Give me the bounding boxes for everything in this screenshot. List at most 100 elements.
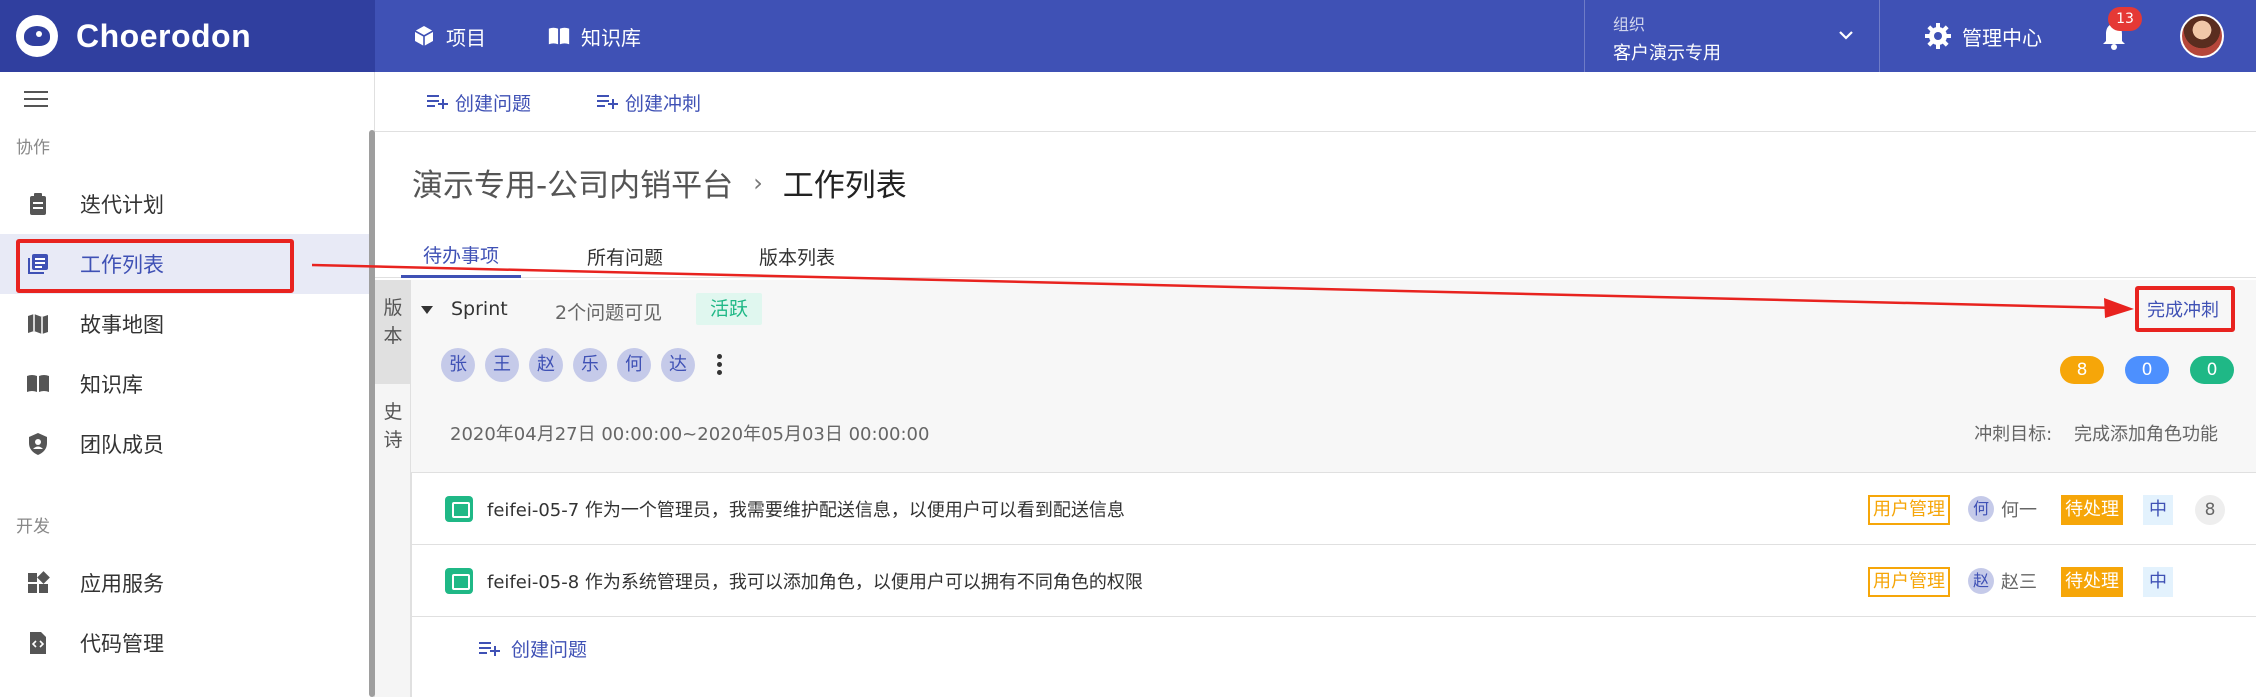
create-issue-label: 创建问题 (455, 92, 532, 115)
map-icon (28, 314, 48, 334)
admin-center-label: 管理中心 (1962, 25, 2042, 50)
sidebar-item-iteration-plan[interactable]: 迭代计划 (0, 174, 369, 234)
avatar: 赵 (1968, 568, 1994, 594)
apps-icon (28, 571, 50, 593)
story-points-badge: 8 (2195, 495, 2225, 525)
code-file-icon (30, 632, 46, 654)
tab-version-list[interactable]: 版本列表 (737, 234, 857, 278)
sprint-members: 张 王 赵 乐 何 达 (441, 348, 729, 382)
top-header: Choerodon 项目 知识库 组织 客户演示专用 管理中心 13 (0, 0, 2256, 72)
logo[interactable]: Choerodon (0, 0, 375, 72)
vtab-version[interactable]: 版本 (375, 280, 411, 384)
action-toolbar: 创建问题 创建冲刺 (375, 72, 2256, 132)
tab-backlog[interactable]: 待办事项 (401, 234, 521, 278)
sprint-panel: Sprint 2个问题可见 活跃 完成冲刺 张 王 赵 乐 何 达 8 0 0 … (411, 280, 2256, 472)
issue-summary: feifei-05-7 作为一个管理员，我需要维护配送信息，以便用户可以看到配送… (487, 500, 1125, 521)
sidebar-item-label: 知识库 (80, 373, 143, 397)
create-issue-row: 创建问题 (411, 616, 2256, 678)
chevron-down-icon (1839, 31, 1853, 40)
gear-icon (1925, 23, 1951, 49)
sidebar-item-label: 团队成员 (80, 433, 164, 457)
count-done-badge: 0 (2190, 356, 2234, 384)
avatar[interactable]: 王 (485, 348, 519, 382)
sprint-issue-count: 2个问题可见 (555, 302, 663, 324)
nav-project[interactable]: 项目 (412, 0, 486, 72)
issue-list: feifei-05-7 作为一个管理员，我需要维护配送信息，以便用户可以看到配送… (411, 472, 2256, 661)
choerodon-logo-icon (16, 15, 58, 57)
avatar[interactable]: 乐 (573, 348, 607, 382)
vtab-epic-label: 史诗 (383, 401, 403, 451)
notification-badge: 13 (2108, 7, 2142, 31)
story-icon (445, 496, 473, 522)
priority-badge: 中 (2143, 567, 2173, 597)
sidebar-item-knowledge[interactable]: 知识库 (0, 354, 369, 414)
user-avatar[interactable] (2180, 14, 2224, 58)
page-title: 工作列表 (782, 168, 907, 204)
issue-summary: feifei-05-8 作为系统管理员，我可以添加角色，以便用户可以拥有不同角色… (487, 572, 1143, 593)
vtab-version-label: 版本 (383, 297, 403, 347)
avatar[interactable]: 达 (661, 348, 695, 382)
annotation-highlight-box (2135, 286, 2235, 332)
more-vert-icon[interactable] (709, 348, 729, 382)
section-dev-label: 开发 (16, 517, 50, 537)
status-badge: 待处理 (2061, 567, 2123, 597)
sidebar-item-code-management[interactable]: 代码管理 (0, 613, 369, 673)
tab-bar: 待办事项 所有问题 版本列表 (375, 234, 2256, 278)
logo-text: Choerodon (76, 17, 252, 54)
playlist-add-icon (479, 641, 500, 656)
create-sprint-button[interactable]: 创建冲刺 (597, 72, 701, 132)
sprint-status-badge: 活跃 (696, 293, 763, 325)
menu-toggle-icon[interactable] (24, 91, 48, 109)
sidebar-item-story-map[interactable]: 故事地图 (0, 294, 369, 354)
nav-knowledge[interactable]: 知识库 (547, 0, 641, 72)
vtab-epic[interactable]: 史诗 (375, 384, 411, 488)
sprint-counts: 8 0 0 (2039, 356, 2234, 384)
priority-badge: 中 (2143, 495, 2173, 525)
avatar[interactable]: 何 (617, 348, 651, 382)
epic-tag: 用户管理 (1868, 495, 1950, 525)
sprint-goal[interactable]: 冲刺目标: 完成添加角色功能 (1974, 420, 2218, 446)
create-sprint-label: 创建冲刺 (625, 92, 702, 115)
story-icon (445, 568, 473, 594)
playlist-add-icon (427, 95, 448, 109)
create-issue-button[interactable]: 创建问题 (427, 72, 531, 132)
status-badge: 待处理 (2061, 495, 2123, 525)
clipboard-icon (30, 193, 46, 215)
sprint-goal-value: 完成添加角色功能 (2074, 424, 2218, 445)
shield-icon (29, 433, 47, 455)
nav-project-label: 项目 (446, 25, 486, 50)
tab-all-issues[interactable]: 所有问题 (565, 234, 685, 278)
book-icon (547, 24, 571, 48)
breadcrumb-project[interactable]: 演示专用-公司内销平台 (412, 160, 733, 205)
cube-icon (412, 24, 436, 48)
sprint-goal-label: 冲刺目标: (1974, 424, 2053, 445)
playlist-add-icon (597, 95, 618, 109)
section-collab-label: 协作 (16, 138, 50, 158)
admin-center-button[interactable]: 管理中心 (1924, 0, 2042, 72)
count-todo-badge: 8 (2060, 356, 2104, 384)
sidebar-item-app-service[interactable]: 应用服务 (0, 553, 369, 613)
table-row[interactable]: feifei-05-8 作为系统管理员，我可以添加角色，以便用户可以拥有不同角色… (411, 544, 2256, 616)
sidebar-item-label: 迭代计划 (80, 193, 164, 217)
nav-knowledge-label: 知识库 (581, 25, 641, 50)
book-icon (27, 375, 49, 392)
avatar[interactable]: 张 (441, 348, 475, 382)
side-panel-tabs: 版本 史诗 (375, 280, 411, 697)
collapse-caret-icon[interactable] (421, 306, 433, 314)
assignee-name: 何一 (2001, 500, 2037, 521)
avatar: 何 (1968, 496, 1994, 522)
epic-tag: 用户管理 (1868, 567, 1950, 597)
count-doing-badge: 0 (2125, 356, 2169, 384)
sidebar-item-team-members[interactable]: 团队成员 (0, 414, 369, 474)
assignee-name: 赵三 (2001, 572, 2037, 593)
divider (411, 472, 412, 697)
annotation-highlight-box (16, 239, 294, 293)
sidebar-item-label: 故事地图 (80, 313, 164, 337)
org-label: 组织 (1613, 15, 1646, 34)
avatar[interactable]: 赵 (529, 348, 563, 382)
sprint-name: Sprint (451, 298, 508, 320)
org-selector[interactable]: 组织 客户演示专用 (1584, 0, 1880, 72)
inline-create-issue-button[interactable]: 创建问题 (479, 635, 587, 662)
sprint-date-range[interactable]: 2020年04月27日 00:00:00~2020年05月03日 00:00:0… (450, 420, 929, 446)
table-row[interactable]: feifei-05-7 作为一个管理员，我需要维护配送信息，以便用户可以看到配送… (411, 472, 2256, 544)
